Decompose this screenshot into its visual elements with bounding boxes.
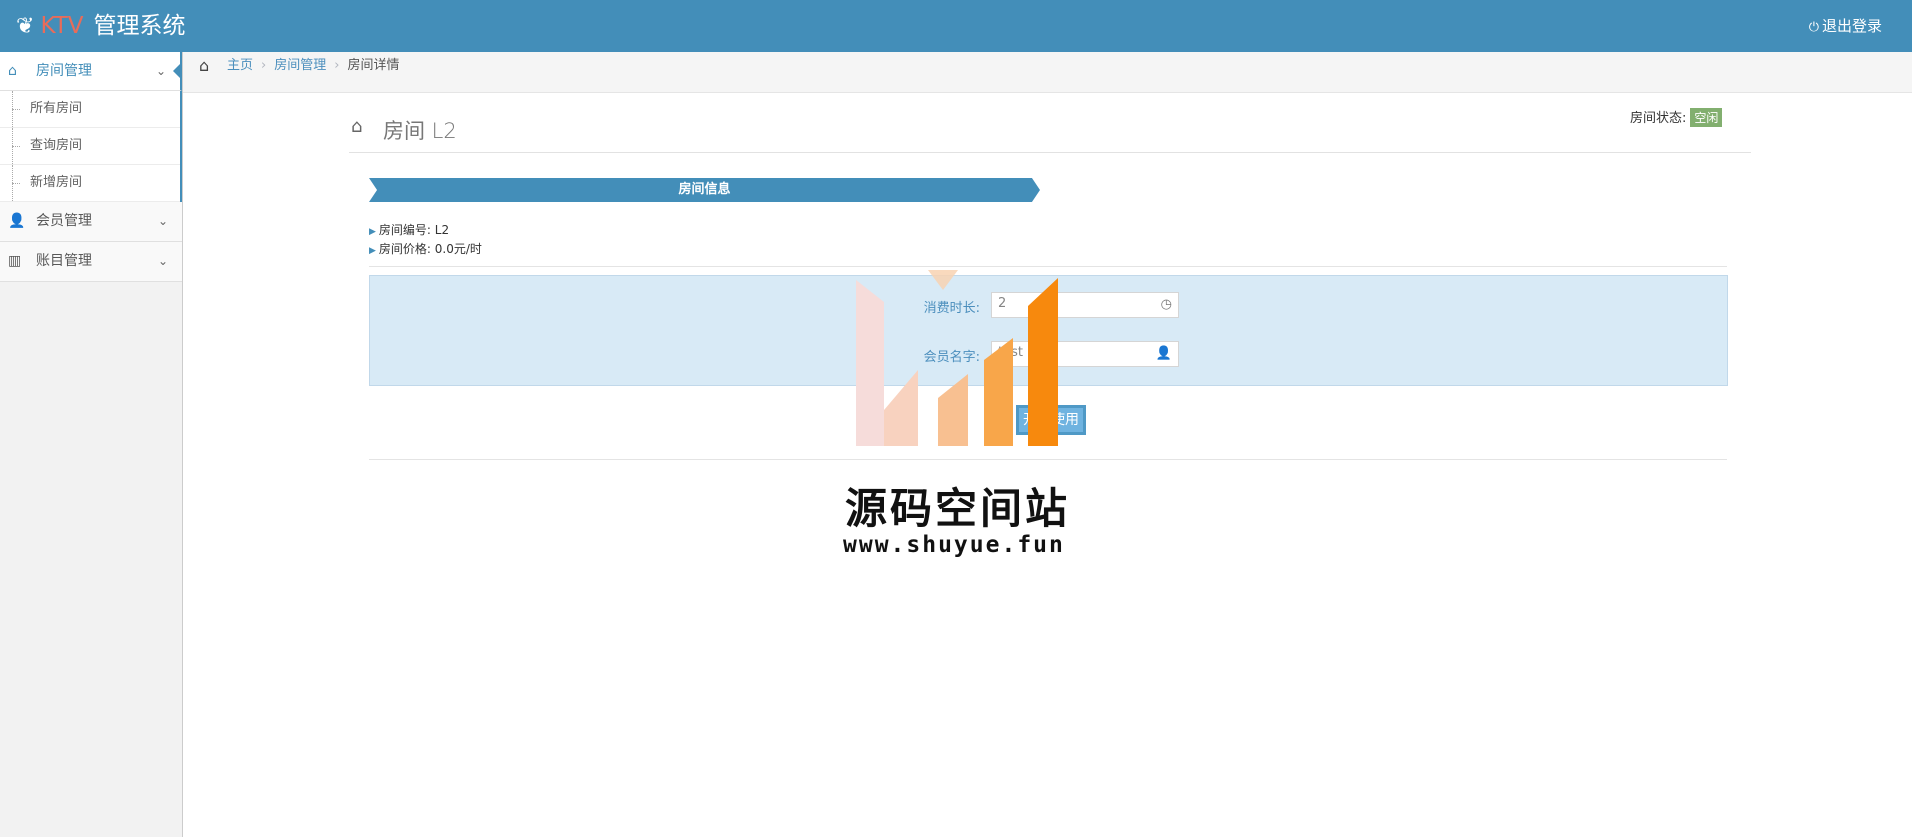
room-status: 房间状态: 空闲	[1630, 107, 1723, 127]
room-price-value: 0.0元/时	[434, 242, 482, 256]
status-badge: 空闲	[1690, 108, 1723, 127]
sidebar-item-room-management[interactable]: ⌂ 房间管理 ⌄	[0, 52, 182, 91]
sidebar-item-label: 房间管理	[36, 63, 92, 79]
sidebar: ⌂ 房间管理 ⌄ 所有房间 查询房间 新增房间 👤 会员管理 ⌄ ▥ 账目管理 …	[0, 52, 183, 837]
watermark-logo	[856, 270, 1058, 446]
status-label: 房间状态:	[1630, 111, 1687, 126]
caret-right-icon: ▶	[369, 227, 376, 237]
home-icon: ⌂	[351, 116, 363, 137]
bar-chart-icon: ▥	[8, 253, 22, 269]
power-icon: ⏻	[1808, 20, 1819, 35]
sidebar-subitem-search-rooms[interactable]: 查询房间	[0, 128, 180, 165]
room-price-row: ▶ 房间价格: 0.0元/时	[369, 240, 482, 257]
sidebar-item-member-management[interactable]: 👤 会员管理 ⌄	[0, 202, 182, 242]
sidebar-item-label: 账目管理	[36, 253, 92, 269]
sidebar-item-account-management[interactable]: ▥ 账目管理 ⌄	[0, 242, 182, 282]
home-icon: ⌂	[199, 56, 210, 75]
room-price-label: 房间价格:	[378, 242, 431, 256]
section-title-room-info: 房间信息	[369, 178, 1040, 202]
user-icon: 👤	[1155, 346, 1172, 361]
chevron-right-icon: ›	[261, 58, 267, 73]
submenu-room: 所有房间 查询房间 新增房间	[0, 91, 182, 202]
breadcrumb-home-link[interactable]: 主页	[227, 58, 253, 73]
page-title: 房间 L2	[383, 119, 457, 143]
leaf-icon: ❦	[16, 14, 35, 39]
clock-icon: ◷	[1160, 297, 1172, 312]
chevron-down-icon: ⌄	[156, 52, 182, 90]
sidebar-item-label: 会员管理	[36, 213, 92, 229]
chevron-down-icon: ⌄	[157, 254, 168, 268]
breadcrumb-room-link[interactable]: 房间管理	[274, 58, 326, 73]
chevron-right-icon: ›	[334, 58, 340, 73]
brand-prefix: KTV	[40, 13, 84, 39]
logout-button[interactable]: ⏻ 退出登录	[1809, 15, 1882, 36]
sidebar-subitem-all-rooms[interactable]: 所有房间	[0, 91, 180, 128]
watermark-title: 源码空间站	[845, 484, 1071, 533]
breadcrumb-current: 房间详情	[347, 58, 400, 73]
watermark-url: www.shuyue.fun	[843, 532, 1065, 558]
home-icon: ⌂	[8, 63, 17, 79]
room-number-row: ▶ 房间编号: L2	[369, 221, 449, 238]
caret-right-icon: ▶	[369, 246, 376, 256]
brand-name: 管理系统	[93, 13, 186, 39]
top-navbar: ❦ KTV 管理系统 ⏻ 退出登录	[0, 0, 1912, 52]
brand-logo[interactable]: ❦ KTV 管理系统	[16, 6, 186, 40]
room-number-label: 房间编号:	[378, 223, 431, 237]
user-icon: 👤	[8, 213, 26, 229]
sidebar-subitem-add-room[interactable]: 新增房间	[0, 165, 180, 202]
logout-label: 退出登录	[1821, 17, 1882, 35]
divider	[369, 266, 1727, 267]
divider	[369, 459, 1727, 460]
breadcrumb: ⌂ 主页 › 房间管理 › 房间详情	[183, 52, 1912, 93]
page-header: ⌂ 房间 L2	[349, 112, 1751, 153]
room-number-value: L2	[434, 223, 450, 237]
chevron-down-icon: ⌄	[157, 214, 168, 228]
